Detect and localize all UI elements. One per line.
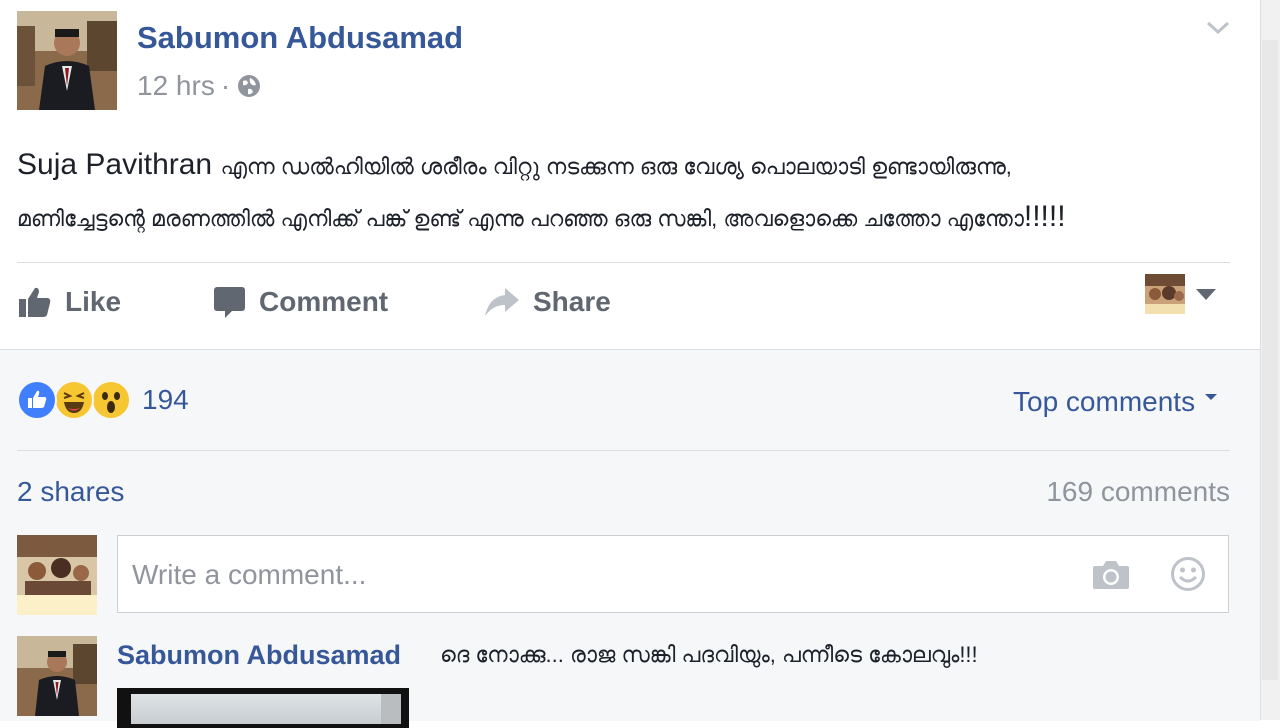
globe-icon[interactable] <box>236 73 262 99</box>
post-text-malayalam-1: എന്ന ഡൽഹിയിൽ ശരീരം വിറ്റു നടക്കുന്ന ഒരു … <box>220 154 1012 179</box>
divider <box>17 450 1230 451</box>
reaction-count[interactable]: 194 <box>142 384 189 416</box>
comments-count-link[interactable]: 169 comments <box>1046 476 1230 508</box>
comment-composer[interactable] <box>117 535 1229 614</box>
meta-separator: · <box>220 70 231 101</box>
commenter-avatar[interactable] <box>17 636 97 716</box>
comment-icon <box>214 287 245 318</box>
post-text-line-1: Suja Pavithran എന്ന ഡൽഹിയിൽ ശരീരം വിറ്റു… <box>17 140 1227 192</box>
divider <box>17 262 1230 263</box>
emoji-smile-icon[interactable] <box>1170 556 1206 592</box>
commenter-name[interactable]: Sabumon Abdusamad <box>117 640 401 671</box>
share-label: Share <box>533 286 611 317</box>
comment-sort-dropdown[interactable]: Top comments <box>1013 386 1218 418</box>
post-time[interactable]: 12 hrs <box>137 70 215 102</box>
author-avatar[interactable] <box>17 11 117 110</box>
haha-reaction-icon <box>54 380 94 420</box>
share-button[interactable]: Share <box>483 282 611 322</box>
wow-reaction-icon <box>91 380 131 420</box>
like-button[interactable]: Like <box>17 282 121 322</box>
shares-link[interactable]: 2 shares <box>17 476 124 508</box>
post-text-name[interactable]: Suja Pavithran <box>17 148 212 181</box>
post-text-malayalam-2: മണിച്ചേട്ടന്റെ മരണത്തിൽ എനിക്ക് പങ്ക് ഉണ… <box>17 206 1024 231</box>
post-meta: 12 hrs · <box>137 70 262 102</box>
comment-text: ദെ നോക്കു... രാജ സങ്കി പദവിയും, പന്നീടെ … <box>440 642 978 667</box>
camera-icon[interactable] <box>1092 558 1130 590</box>
scrollbar-thumb[interactable] <box>1262 40 1278 680</box>
comment-input[interactable] <box>130 536 1034 614</box>
react-as-avatar[interactable] <box>1145 274 1185 314</box>
comment-label: Comment <box>259 286 389 317</box>
react-as-caret-icon[interactable] <box>1196 289 1216 300</box>
share-arrow-icon <box>485 288 519 316</box>
comment-sort-label: Top comments <box>1013 386 1196 417</box>
reaction-summary[interactable]: 194 <box>17 380 189 420</box>
like-label: Like <box>65 286 122 317</box>
post-text-exclaim: !!!!! <box>1023 200 1066 233</box>
thumbs-up-icon <box>19 287 51 317</box>
dropdown-caret-icon <box>1205 394 1218 400</box>
comment-button[interactable]: Comment <box>213 282 388 322</box>
like-reaction-icon <box>17 380 57 420</box>
post-options-chevron-icon[interactable] <box>1204 18 1232 38</box>
post-text: Suja Pavithran എന്ന ഡൽഹിയിൽ ശരീരം വിറ്റു… <box>17 140 1227 244</box>
current-user-avatar <box>17 535 97 615</box>
post-text-line-2: മണിച്ചേട്ടന്റെ മരണത്തിൽ എനിക്ക് പങ്ക് ഉണ… <box>17 192 1227 244</box>
post-author-name[interactable]: Sabumon Abdusamad <box>137 20 463 56</box>
